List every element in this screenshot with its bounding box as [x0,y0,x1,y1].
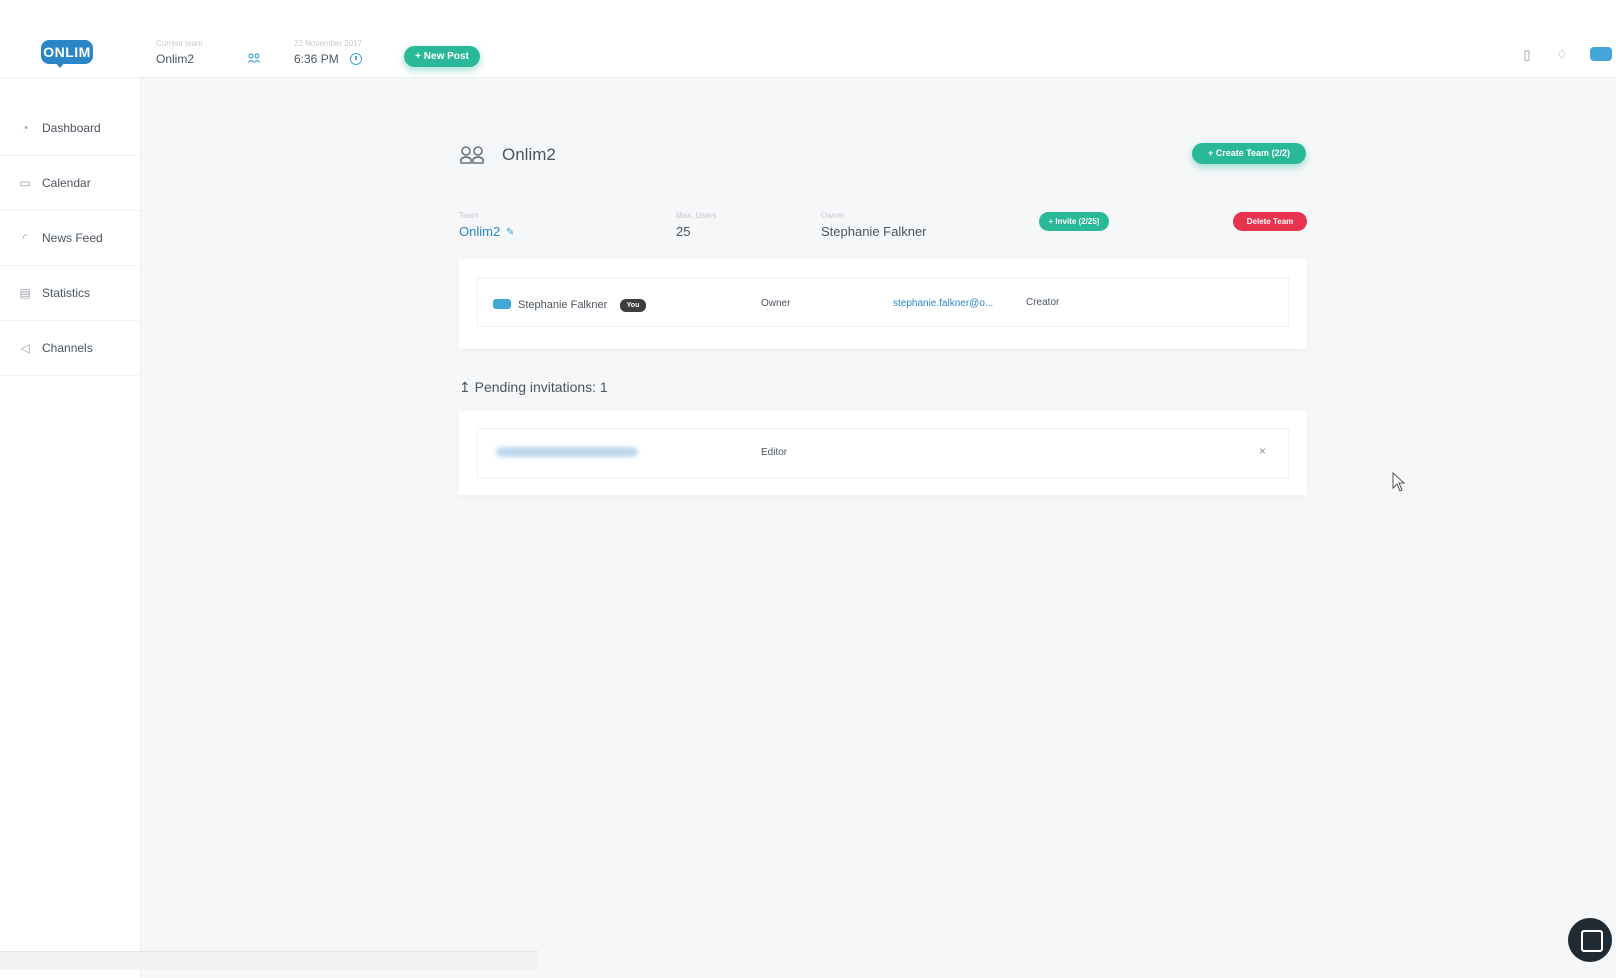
remove-invitation-button[interactable]: × [1259,444,1266,458]
sidebar: ◔ Dashboard ▭ Calendar ◜ News Feed ▤ Sta… [0,78,141,978]
pending-invitations-title: ↥ Pending invitations: 1 [459,379,608,396]
chat-icon[interactable] [1590,47,1612,61]
chat-widget-button[interactable] [1568,918,1612,962]
mouse-cursor-icon [1392,472,1406,492]
owner-value: Stephanie Falkner [821,224,927,239]
calendar-icon: ▭ [19,176,31,190]
chat-icon [493,299,511,309]
sidebar-item-label: News Feed [42,231,103,245]
sidebar-item-label: Statistics [42,286,91,300]
owner-label: Owner [821,211,845,220]
main-content [141,78,1616,978]
pencil-icon[interactable]: ✎ [506,227,514,238]
rss-icon: ◜ [22,231,28,245]
sidebar-item-statistics[interactable]: ▤ Statistics [0,266,141,321]
date-label: 22 November 2017 [294,39,363,48]
onlim-logo[interactable]: ONLIM [41,40,93,68]
member-email[interactable]: stephanie.falkner@o... [893,298,993,309]
sidebar-item-label: Channels [42,341,93,355]
document-icon[interactable]: ▯ [1520,48,1534,62]
clock-icon[interactable] [350,53,362,65]
sidebar-item-label: Calendar [42,176,91,190]
sidebar-item-channels[interactable]: ◁ Channels [0,321,141,376]
team-label: Team [459,211,479,220]
member-role: Owner [761,298,791,309]
up-arrow-icon: ↥ [459,379,471,395]
max-users-value: 25 [676,224,691,239]
status-bar [0,951,538,970]
page-title: Onlim2 [502,145,556,164]
megaphone-icon: ◁ [20,341,30,355]
chart-icon: ▤ [19,286,31,300]
max-users-label: Max. Users [676,211,717,220]
you-badge: You [620,299,646,312]
bell-icon[interactable]: ♢ [1555,48,1569,62]
sidebar-item-dashboard[interactable]: ◔ Dashboard [0,101,141,156]
blurred-email [496,447,638,457]
new-post-button[interactable]: + New Post [404,46,480,67]
member-status: Creator [1026,297,1060,308]
team-title-icon [460,146,484,164]
logo-text: ONLIM [41,40,93,64]
invite-role: Editor [761,447,788,458]
gauge-icon: ◔ [21,121,29,135]
member-name: Stephanie Falkner [518,299,608,311]
create-team-button[interactable]: + Create Team (2/2) [1192,143,1306,164]
team-name-value[interactable]: Onlim2 [459,224,500,239]
delete-team-button[interactable]: Delete Team [1233,212,1307,231]
team-icon[interactable] [248,53,260,63]
top-header: ONLIM Current team Onlim2 22 November 20… [0,0,1616,78]
time-value: 6:36 PM [294,52,339,66]
current-team-value[interactable]: Onlim2 [156,52,194,66]
sidebar-item-news-feed[interactable]: ◜ News Feed [0,211,141,266]
pending-invitations-label: Pending invitations: 1 [474,379,608,395]
logo-tail [55,62,65,68]
sidebar-item-label: Dashboard [42,121,101,135]
sidebar-item-calendar[interactable]: ▭ Calendar [0,156,141,211]
invite-button[interactable]: + Invite (2/25) [1039,212,1109,231]
current-team-label: Current team [156,39,203,48]
